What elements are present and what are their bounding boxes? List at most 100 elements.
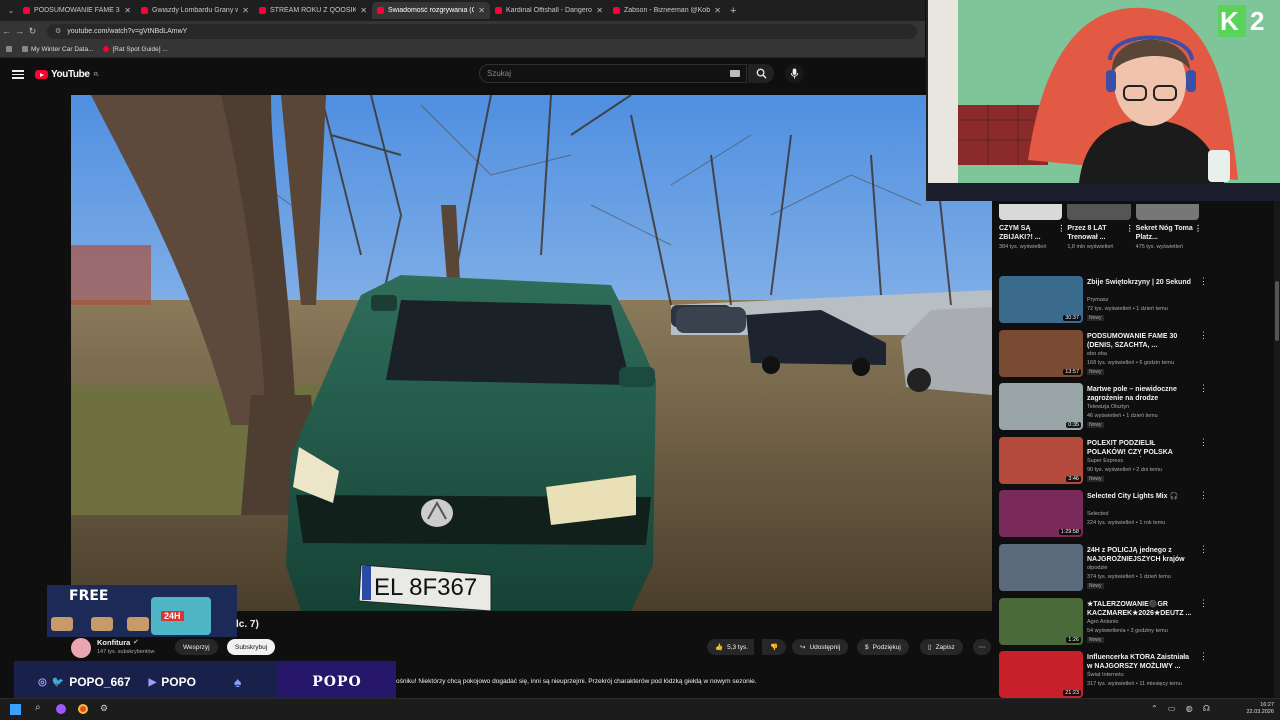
recommendation-item[interactable]: 1:29:58 Selected City Lights Mix 🎧 Selecte… xyxy=(999,490,1269,540)
like-button[interactable]: 👍 5,3 tys. xyxy=(707,639,755,655)
url-field[interactable]: ⚙ youtube.com/watch?v=gVtNBdLAmwY xyxy=(47,23,917,39)
recommendation-title[interactable]: 24H z POLICJĄ jednego z NAJGROŹNIEJSZYCH… xyxy=(1087,546,1192,564)
windows-start-icon[interactable] xyxy=(10,704,21,715)
youtube-logo[interactable]: YouTube PL xyxy=(35,69,99,80)
app-icon[interactable] xyxy=(56,704,66,714)
more-icon[interactable]: ⋮ xyxy=(1199,490,1208,501)
recommendation-channel[interactable]: olpodzie xyxy=(1087,565,1108,571)
recommendation-channel[interactable]: ebo eba xyxy=(1087,351,1107,357)
clock[interactable]: 16:27 22.03.2026 xyxy=(1246,702,1274,716)
browser-tab[interactable]: STREAM ROKU Z QOOSIK | W...✕ xyxy=(254,2,372,19)
subscribe-button[interactable]: Subskrybuj xyxy=(227,639,276,655)
more-icon[interactable]: ⋮ xyxy=(1199,544,1208,555)
more-icon[interactable]: ⋮ xyxy=(1199,598,1208,609)
site-info-icon[interactable]: ⚙ xyxy=(55,27,61,35)
recommendation-channel[interactable]: Prymasz xyxy=(1087,297,1108,303)
recommendation-item[interactable]: 21:23 Influencerka KTÓRA Zaistniała w NAJ… xyxy=(999,651,1269,698)
recommendation-item[interactable]: 30:37 Zbije Świętokrzyny | 20 Sekund Pryma… xyxy=(999,276,1269,326)
video-player[interactable]: EL 8F367 xyxy=(71,95,992,611)
search-button[interactable] xyxy=(748,64,774,83)
channel-name[interactable]: Konfitura xyxy=(97,638,130,647)
close-tab-icon[interactable]: ✕ xyxy=(596,6,603,15)
duration-badge: 1:26 xyxy=(1066,636,1081,643)
close-tab-icon[interactable]: ✕ xyxy=(478,6,485,15)
coin-icon xyxy=(127,617,149,631)
chrome-icon[interactable] xyxy=(78,704,88,714)
recommendation-channel[interactable]: Selected xyxy=(1087,511,1108,517)
recommendation-item[interactable]: 3:46 POLEXIT PODZIELIŁ POLAKÓW! CZY POLSK… xyxy=(999,436,1269,487)
more-icon[interactable]: ⋮ xyxy=(1057,224,1065,233)
short-item[interactable]: Sekret Nóg Toma Platz... 475 tys. wyświet… xyxy=(1136,224,1202,269)
search-icon[interactable]: ⌕ xyxy=(35,702,41,713)
forward-icon[interactable]: → xyxy=(13,26,26,36)
recommendation-channel[interactable]: Super Express xyxy=(1087,458,1123,464)
video-thumbnail[interactable] xyxy=(999,544,1083,591)
video-thumbnail[interactable]: 30:37 xyxy=(999,276,1083,323)
video-thumbnail[interactable]: 1:29:58 xyxy=(999,490,1083,538)
more-icon[interactable]: ⋮ xyxy=(1126,224,1134,233)
support-button[interactable]: Wesprzyj xyxy=(175,639,218,655)
browser-tab[interactable]: Gwiazdy Lombardu Grany w R ✕ xyxy=(136,2,254,19)
more-icon[interactable]: ⋮ xyxy=(1199,276,1208,287)
close-tab-icon[interactable]: ✕ xyxy=(360,6,367,15)
recommendation-item[interactable]: 13:57 PODSUMOWANIE FAME 30 (DENIS, SZACHT… xyxy=(999,329,1269,380)
short-thumbnail[interactable] xyxy=(1067,204,1131,220)
close-tab-icon[interactable]: ✕ xyxy=(714,6,721,15)
more-icon[interactable]: ⋮ xyxy=(1199,651,1208,662)
scrollbar-thumb[interactable] xyxy=(1275,281,1279,341)
back-icon[interactable]: ← xyxy=(0,26,13,36)
bookmark-item[interactable]: My Winter Car Data... xyxy=(22,46,93,53)
new-tab-icon[interactable]: + xyxy=(730,5,736,17)
save-button[interactable]: ▯ Zapisz xyxy=(920,639,963,655)
recommendation-item[interactable]: 1:26 ★TALERZOWANIE⚫GR KACZMAREK★2026★DEUT… xyxy=(999,597,1269,648)
dislike-button[interactable]: 👎 xyxy=(762,639,787,655)
reload-icon[interactable]: ↻ xyxy=(26,26,39,37)
recommendation-title[interactable]: ★TALERZOWANIE⚫GR KACZMAREK★2026★DEUTZ ..… xyxy=(1087,600,1192,618)
webcam-overlay: K 2 xyxy=(926,0,1280,201)
close-tab-icon[interactable]: ✕ xyxy=(124,6,131,15)
thanks-button[interactable]: $ Podziękuj xyxy=(857,639,909,655)
recommendation-title[interactable]: PODSUMOWANIE FAME 30 (DENIS, SZACHTA, ..… xyxy=(1087,332,1192,350)
app-icon[interactable]: ⚙ xyxy=(100,703,108,714)
keyboard-icon[interactable] xyxy=(730,70,740,77)
recommendation-title[interactable]: Selected City Lights Mix 🎧 xyxy=(1087,492,1192,501)
recommendation-title[interactable]: POLEXIT PODZIELIŁ POLAKÓW! CZY POLSKA PO… xyxy=(1087,439,1192,457)
recommendation-title[interactable]: Martwe pole – niewidoczne zagrożenie na … xyxy=(1087,385,1192,403)
browser-tab[interactable]: Kardinal Offishall - Dangerous ✕ xyxy=(490,2,608,19)
apps-icon[interactable] xyxy=(6,46,12,52)
video-thumbnail[interactable]: 1:26 xyxy=(999,597,1083,645)
bookmark-item[interactable]: [Rat Spot Guide] ... xyxy=(103,46,168,53)
channel-avatar[interactable] xyxy=(71,638,91,658)
recommendation-item[interactable]: 0:35 Martwe pole – niewidoczne zagrożenie… xyxy=(999,383,1269,433)
recommendation-channel[interactable]: Świat Internetu xyxy=(1087,672,1124,678)
search-input[interactable]: Szukaj xyxy=(479,64,747,83)
share-button[interactable]: ↪ Udostępnij xyxy=(792,639,849,655)
menu-icon[interactable] xyxy=(12,70,24,79)
short-thumbnail[interactable] xyxy=(999,204,1063,220)
browser-tab[interactable]: PODSUMOWANIE FAME 30 (D...✕ xyxy=(18,2,136,19)
close-tab-icon[interactable]: ✕ xyxy=(242,6,249,15)
voice-search-button[interactable] xyxy=(785,64,804,83)
browser-tab[interactable]: Żabson - Bizneeman @Kobi Pr✕ xyxy=(608,2,726,19)
more-icon[interactable]: ⋮ xyxy=(1199,437,1208,448)
recommendation-title[interactable]: Influencerka KTÓRA Zaistniała w NAJGORSZ… xyxy=(1087,653,1192,671)
video-thumbnail[interactable]: 0:35 xyxy=(999,383,1083,431)
short-item[interactable]: CZYM SĄ ZBIJAKI?! ... 384 tys. wyświetleń… xyxy=(999,224,1065,269)
more-actions-button[interactable]: ⋯ xyxy=(973,639,991,655)
tab-search-icon[interactable]: ⌄ xyxy=(4,6,18,15)
recommendation-channel[interactable]: Agro Antonio xyxy=(1087,619,1119,625)
more-icon[interactable]: ⋮ xyxy=(1199,383,1208,394)
browser-tab-active[interactable]: Świadomość rozgrywania (C... ✕ xyxy=(372,2,490,19)
recommendation-title[interactable]: Zbije Świętokrzyny | 20 Sekund xyxy=(1087,278,1192,287)
short-item[interactable]: Przez 8 LAT Trenował ... 1,8 mln wyświetl… xyxy=(1067,224,1133,269)
more-icon[interactable]: ⋮ xyxy=(1199,330,1208,341)
short-thumbnail[interactable] xyxy=(1135,204,1199,220)
tray-icons[interactable]: ⌃ ▭ ◍ ☊ xyxy=(1151,704,1214,713)
video-thumbnail[interactable]: 13:57 xyxy=(999,329,1083,377)
video-thumbnail[interactable]: 3:46 xyxy=(999,436,1083,484)
more-icon[interactable]: ⋮ xyxy=(1194,224,1202,233)
video-thumbnail[interactable]: 21:23 xyxy=(999,651,1083,698)
recommendation-channel[interactable]: Telewizja Olsztyn xyxy=(1087,404,1129,410)
page-scrollbar[interactable] xyxy=(1274,201,1280,698)
recommendation-item[interactable]: 24H z POLICJĄ jednego z NAJGROŹNIEJSZYCH… xyxy=(999,544,1269,594)
